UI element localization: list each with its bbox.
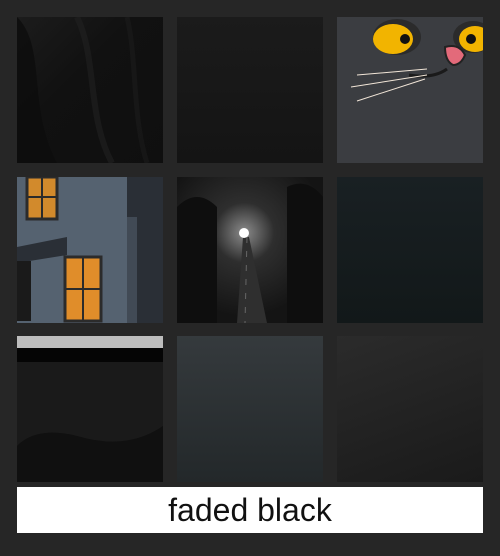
tile-textured-black bbox=[337, 336, 483, 482]
tile-black-tabletop bbox=[17, 336, 163, 482]
tile-black-fabric bbox=[17, 17, 163, 163]
caption-text: faded black bbox=[168, 491, 332, 528]
caption-bar: faded black bbox=[17, 487, 483, 533]
tile-house-windows bbox=[17, 177, 163, 323]
tile-cat-face bbox=[337, 17, 483, 163]
tile-dark-plain bbox=[177, 17, 323, 163]
tile-gray-wall bbox=[177, 336, 323, 482]
tile-dark-teal bbox=[337, 177, 483, 323]
tile-foggy-road bbox=[177, 177, 323, 323]
